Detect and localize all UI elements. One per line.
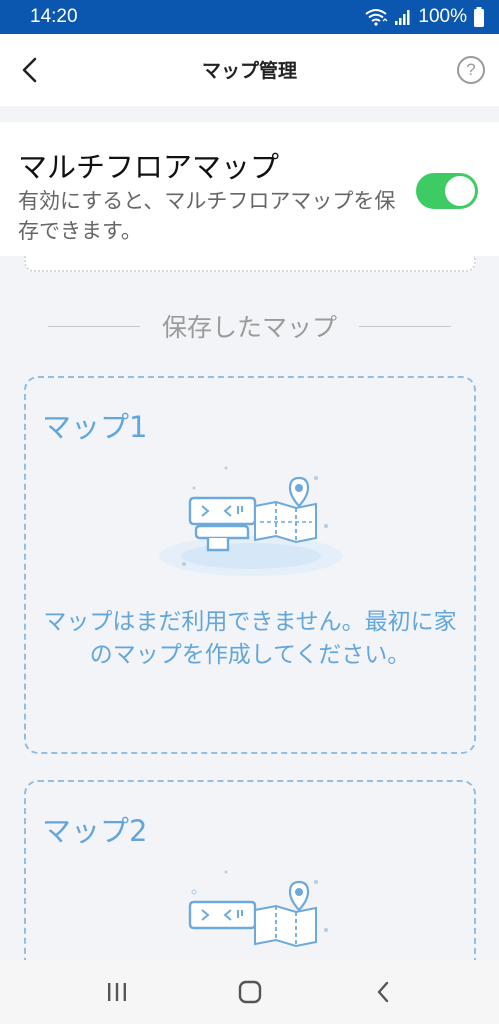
page-title: マップ管理 bbox=[201, 60, 297, 82]
map-card[interactable]: マップ2 bbox=[24, 780, 476, 980]
robot-map-illustration-icon bbox=[159, 466, 343, 576]
multi-floor-title: マルチフロアマップ bbox=[18, 150, 280, 184]
status-icons: 100% bbox=[364, 6, 485, 28]
toggle-knob bbox=[445, 176, 475, 206]
multi-floor-setting: マルチフロアマップ 有効にすると、マルチフロアマップを保存できます。 bbox=[0, 122, 499, 256]
signal-icon bbox=[395, 10, 410, 25]
help-circle-icon: ? bbox=[466, 60, 476, 79]
status-bar: 14:20 100% bbox=[0, 0, 499, 34]
nav-back-button[interactable] bbox=[363, 972, 403, 1012]
app-header: マップ管理 ? bbox=[0, 34, 499, 106]
card-edge bbox=[24, 256, 476, 272]
home-button[interactable] bbox=[230, 972, 270, 1012]
multi-floor-toggle[interactable] bbox=[416, 173, 478, 209]
back-icon bbox=[377, 981, 388, 1003]
recent-apps-icon bbox=[107, 983, 126, 1001]
empty-map-message: マップはまだ利用できません。最初に家のマップを作成してください。 bbox=[43, 609, 457, 668]
divider-line-right bbox=[359, 325, 452, 327]
status-time: 14:20 bbox=[30, 6, 78, 27]
map-name: マップ1 bbox=[42, 410, 148, 444]
divider-line-left bbox=[48, 325, 140, 327]
system-nav-bar bbox=[0, 960, 499, 1024]
map-card[interactable]: マップ1 マップはまだ利用できません。最初に家のマップを作成してください。 bbox=[24, 376, 476, 754]
saved-maps-divider: 保存したマップ bbox=[48, 304, 452, 348]
recent-apps-button[interactable] bbox=[97, 972, 137, 1012]
multi-floor-description: 有効にすると、マルチフロアマップを保存できます。 bbox=[18, 189, 396, 243]
wifi-icon bbox=[365, 9, 388, 26]
saved-maps-heading: 保存したマップ bbox=[162, 313, 338, 342]
map-name: マップ2 bbox=[42, 814, 148, 848]
help-button[interactable]: ? bbox=[457, 56, 485, 84]
header-gap bbox=[0, 106, 499, 122]
battery-percent: 100% bbox=[418, 6, 467, 27]
battery-icon bbox=[474, 7, 484, 27]
home-icon bbox=[238, 980, 261, 1004]
